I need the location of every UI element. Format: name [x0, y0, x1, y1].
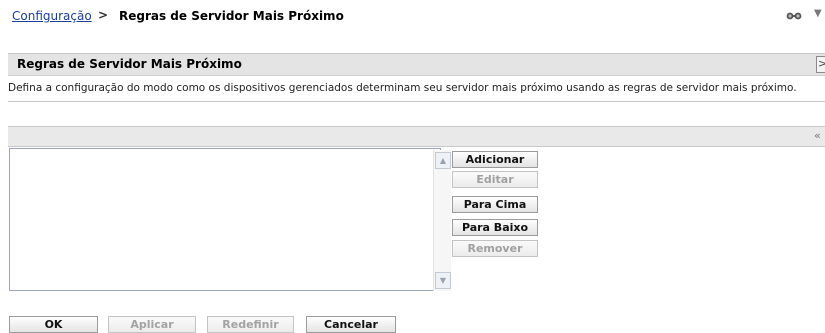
ok-button[interactable]: OK	[9, 316, 98, 333]
reset-button[interactable]: Redefinir	[207, 316, 294, 333]
section-description: Defina a configuração do modo como os di…	[8, 82, 797, 94]
rules-list[interactable]: ▲ ▼	[9, 148, 451, 291]
section-header: Regras de Servidor Mais Próximo >	[8, 54, 825, 76]
cancel-button[interactable]: Cancelar	[306, 316, 396, 333]
scrollbar[interactable]: ▲ ▼	[433, 150, 451, 291]
glasses-icon[interactable]	[786, 10, 802, 23]
close-icon[interactable]: >	[816, 56, 825, 73]
breadcrumb-separator: >	[98, 8, 109, 22]
collapse-icon[interactable]: «	[814, 129, 821, 142]
scroll-down-arrow-icon[interactable]: ▼	[435, 272, 451, 289]
remove-button[interactable]: Remover	[452, 240, 538, 257]
rules-panel-header: «	[8, 126, 825, 147]
move-up-button[interactable]: Para Cima	[452, 196, 538, 213]
section-panel: Regras de Servidor Mais Próximo > Defina…	[8, 53, 825, 102]
caret-down-icon[interactable]: ▼	[814, 8, 822, 19]
breadcrumb-configuracao-link[interactable]: Configuração	[12, 9, 92, 23]
scroll-up-arrow-icon[interactable]: ▲	[435, 152, 451, 169]
add-button[interactable]: Adicionar	[452, 151, 538, 168]
edit-button[interactable]: Editar	[452, 171, 538, 188]
move-down-button[interactable]: Para Baixo	[452, 219, 538, 236]
page-title: Regras de Servidor Mais Próximo	[119, 9, 344, 23]
section-title: Regras de Servidor Mais Próximo	[17, 57, 242, 71]
apply-button[interactable]: Aplicar	[108, 316, 196, 333]
